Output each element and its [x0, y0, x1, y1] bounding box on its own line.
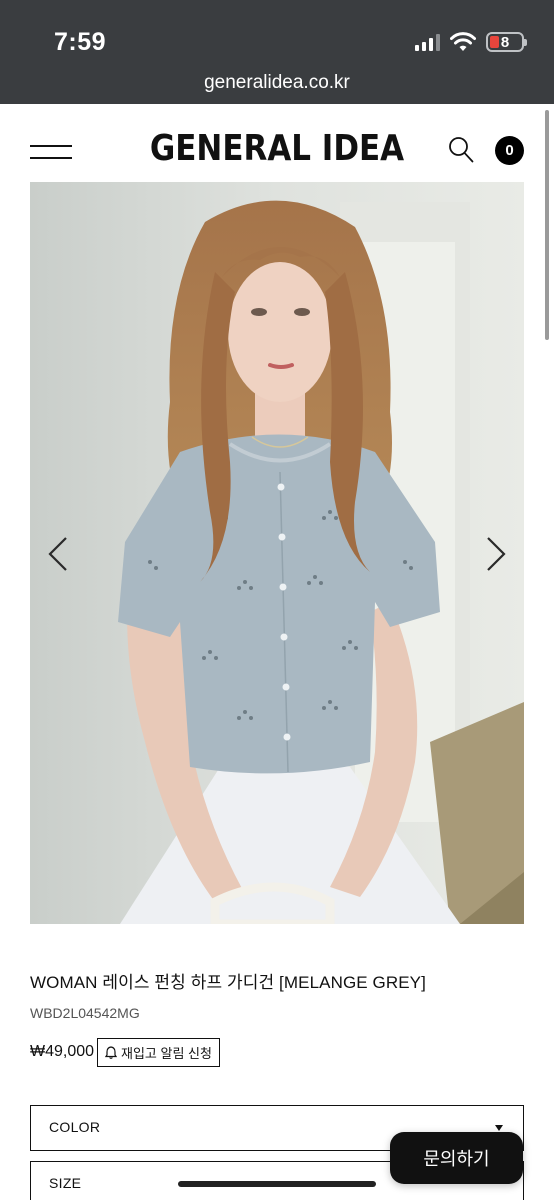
bell-icon	[105, 1046, 117, 1059]
size-select-label: SIZE	[49, 1175, 82, 1191]
product-photo	[30, 182, 524, 924]
site-header: GENERAL IDEA 0	[0, 104, 554, 184]
home-indicator	[178, 1181, 376, 1187]
cart-button[interactable]: 0	[495, 136, 524, 165]
restock-alert-button[interactable]: 재입고 알림 신청	[97, 1038, 220, 1067]
chevron-left-icon[interactable]	[46, 536, 70, 572]
chevron-down-icon	[495, 1125, 503, 1131]
search-icon[interactable]	[448, 136, 474, 164]
product-code: WBD2L04542MG	[30, 1005, 140, 1021]
status-time: 7:59	[54, 28, 107, 56]
status-icons: 8	[415, 32, 527, 52]
battery-level: 8	[500, 33, 510, 51]
restock-alert-label: 재입고 알림 신청	[121, 1046, 212, 1061]
battery-icon: 8	[486, 32, 527, 52]
cellular-signal-icon	[415, 33, 440, 51]
inquiry-button[interactable]: 문의하기	[390, 1132, 523, 1184]
product-image	[30, 182, 524, 924]
page-scrollbar[interactable]	[545, 110, 549, 340]
product-price: ₩49,000	[30, 1043, 95, 1060]
chevron-right-icon[interactable]	[484, 536, 508, 572]
browser-chrome: 7:59 8 generalidea.co.kr	[0, 0, 554, 104]
url-bar[interactable]: generalidea.co.kr	[0, 72, 554, 94]
wifi-icon	[450, 32, 476, 51]
product-title: WOMAN 레이스 펀칭 하프 가디건 [MELANGE GREY]	[30, 973, 426, 992]
color-select-label: COLOR	[49, 1119, 101, 1135]
site-logo[interactable]: GENERAL IDEA	[39, 128, 515, 169]
